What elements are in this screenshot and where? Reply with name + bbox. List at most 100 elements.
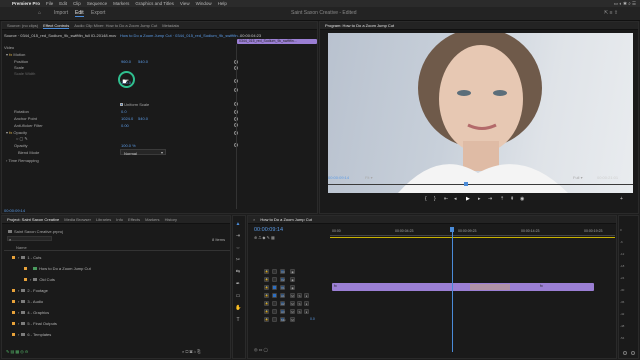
lock-icon[interactable]: 🔒: [264, 277, 269, 282]
close-icon[interactable]: ×: [253, 217, 255, 222]
rectangle-icon[interactable]: ▭: [235, 293, 241, 299]
opacity-value[interactable]: 100.0 %: [121, 143, 136, 148]
selection-tool-icon[interactable]: ▲: [235, 221, 241, 227]
program-title[interactable]: Program: How to Do a Zoom Jump Cut: [325, 23, 394, 28]
step-back-icon[interactable]: ◂: [454, 196, 457, 202]
position-x-value[interactable]: 960.0: [121, 59, 131, 64]
track-header[interactable]: 🔒 A2 M S ●: [262, 300, 328, 307]
tab-timeline-sequence[interactable]: How to Do a Zoom Jump Cut: [260, 217, 312, 222]
menu-sequence[interactable]: Sequence: [87, 1, 107, 6]
tab-project[interactable]: Project: Saint Saxon Creative: [7, 217, 59, 222]
track-name[interactable]: V3: [280, 269, 285, 274]
mute-button[interactable]: M: [290, 293, 295, 298]
slip-icon[interactable]: ⇆: [235, 269, 241, 275]
track-name[interactable]: A1: [280, 293, 285, 298]
track-header[interactable]: 🔒 V3 ◉: [262, 268, 328, 275]
track-name[interactable]: V2: [280, 277, 285, 282]
solo-button[interactable]: [631, 351, 635, 355]
go-to-out-icon[interactable]: ⇥: [488, 196, 492, 202]
go-to-in-icon[interactable]: ⇤: [444, 196, 448, 202]
extract-icon[interactable]: ⇞: [510, 196, 514, 202]
timeline-ruler[interactable]: 00:00 00:00:04:23 00:00:09:23 00:00:14:23 00…: [330, 227, 615, 236]
track-header[interactable]: 🔒 Mix M 0.0: [262, 316, 328, 323]
menu-edit[interactable]: Edit: [59, 1, 67, 6]
uniform-scale-checkbox[interactable]: Uniform Scale: [120, 102, 149, 107]
step-forward-icon[interactable]: ▸: [478, 196, 481, 202]
razor-icon[interactable]: ✂: [235, 257, 241, 263]
anti-flicker-value[interactable]: 0.00: [121, 123, 129, 128]
chevron-right-icon[interactable]: ›: [18, 299, 19, 304]
time-remapping-section[interactable]: › Time Remapping: [6, 158, 39, 163]
quality-select[interactable]: Full ▾: [573, 175, 583, 180]
video-clip[interactable]: fx fx: [332, 283, 594, 291]
timeline-tool-icons[interactable]: ⊕ ⎍ ◆ ✎ ▦: [254, 235, 275, 240]
track-target-button[interactable]: [272, 301, 277, 306]
tab-metadata[interactable]: Metadata: [162, 23, 179, 28]
menu-clip[interactable]: Clip: [73, 1, 81, 6]
chevron-right-icon[interactable]: ›: [18, 288, 19, 293]
track-target-button[interactable]: [272, 277, 277, 282]
lock-icon[interactable]: 🔒: [264, 293, 269, 298]
chevron-right-icon[interactable]: ›: [18, 321, 19, 326]
list-item[interactable]: › 1 - Cuts: [12, 255, 41, 260]
timeline-footer-icons[interactable]: ◎ ▭ ◯: [254, 347, 268, 352]
video-frame[interactable]: [328, 33, 633, 193]
tab-history[interactable]: History: [165, 217, 177, 222]
position-y-value[interactable]: 540.0: [138, 59, 148, 64]
program-playhead[interactable]: [464, 182, 468, 186]
chevron-right-icon[interactable]: ›: [18, 255, 19, 260]
eye-icon[interactable]: ◉: [290, 269, 295, 274]
menu-window[interactable]: Window: [196, 1, 212, 6]
list-item[interactable]: › 3 - Audio: [12, 299, 43, 304]
solo-button[interactable]: S: [297, 293, 302, 298]
lock-icon[interactable]: 🔒: [264, 309, 269, 314]
list-item[interactable]: › Old Cuts: [24, 277, 55, 282]
work-area-bar[interactable]: [330, 237, 615, 238]
track-name[interactable]: V1: [280, 285, 285, 290]
tab-effects[interactable]: Effects: [128, 217, 140, 222]
mute-button[interactable]: M: [290, 317, 295, 322]
clip-segment[interactable]: [470, 284, 510, 290]
track-header[interactable]: 🔒 A3 M S ●: [262, 308, 328, 315]
track-header[interactable]: 🔒 A1 M S ●: [262, 292, 328, 299]
ripple-edit-icon[interactable]: ⇔: [235, 245, 241, 251]
anchor-y-value[interactable]: 540.0: [138, 116, 148, 121]
list-item[interactable]: How to Do a Zoom Jump Cut: [24, 266, 91, 271]
play-icon[interactable]: ▶: [466, 196, 470, 202]
mask-shape-icons[interactable]: ○ ▢ ✎: [16, 136, 28, 141]
list-item[interactable]: › 2 - Footage: [12, 288, 48, 293]
microphone-icon[interactable]: ●: [304, 309, 309, 314]
track-target-button[interactable]: [272, 285, 277, 290]
project-footer-right-icons[interactable]: ⌕ ▢ ▣ ⌂ ⎘: [182, 349, 200, 354]
project-footer-icons[interactable]: ✎ ▤ ▦ ◎ ⊖: [6, 349, 28, 354]
track-select-icon[interactable]: ⇥: [235, 233, 241, 239]
app-menu[interactable]: Premiere Pro: [12, 1, 40, 6]
lock-icon[interactable]: 🔒: [264, 285, 269, 290]
list-item[interactable]: › 4 - Graphics: [12, 310, 49, 315]
track-target-button[interactable]: [272, 293, 277, 298]
program-scrub-bar[interactable]: [328, 184, 633, 185]
tab-audio-clip-mixer[interactable]: Audio Clip Mixer: How to Do a Zoom Jump …: [74, 23, 157, 28]
effect-controls-timecode[interactable]: 00:00:09:14: [4, 208, 25, 213]
menu-graphics[interactable]: Graphics and Titles: [135, 1, 174, 6]
track-header[interactable]: 🔒 V2 ◉: [262, 276, 328, 283]
solo-button[interactable]: [623, 351, 627, 355]
track-name[interactable]: A2: [280, 301, 285, 306]
type-icon[interactable]: T: [235, 317, 241, 323]
program-timecode[interactable]: 00:00:09:14: [328, 175, 349, 180]
chevron-right-icon[interactable]: ›: [30, 277, 31, 282]
lock-icon[interactable]: 🔒: [264, 301, 269, 306]
eye-icon[interactable]: ◉: [290, 285, 295, 290]
chevron-down-icon[interactable]: ▾: [6, 130, 8, 135]
tab-import[interactable]: Import: [54, 10, 68, 16]
tab-media-browser[interactable]: Media Browser: [64, 217, 91, 222]
mini-clip-bar[interactable]: 0344_015_red_Sodium_9k_swiftfin...: [237, 39, 317, 44]
fit-select[interactable]: Fit ▾: [365, 175, 373, 180]
mute-button[interactable]: M: [290, 301, 295, 306]
tab-markers[interactable]: Markers: [145, 217, 159, 222]
pen-icon[interactable]: ✒: [235, 281, 241, 287]
menu-help[interactable]: Help: [218, 1, 227, 6]
anchor-x-value[interactable]: 1024.0: [121, 116, 133, 121]
chevron-right-icon[interactable]: ›: [18, 332, 19, 337]
add-button-icon[interactable]: +: [620, 196, 623, 202]
